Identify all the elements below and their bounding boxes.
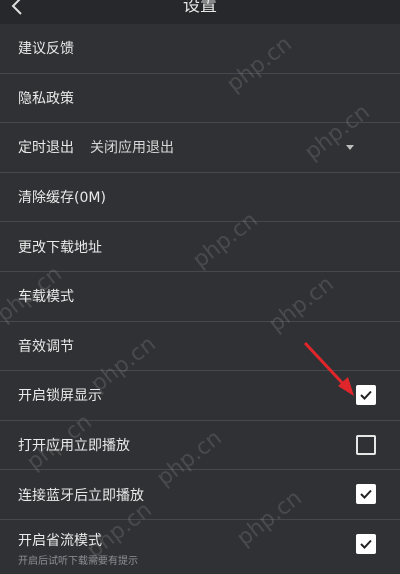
data-saver-checkbox[interactable] [356,533,376,554]
page-title: 设置 [183,0,217,16]
bluetooth-autoplay-checkbox[interactable] [356,484,376,505]
settings-item-subtitle: 开启后试听下载需要有提示 [18,555,138,567]
lockscreen-checkbox[interactable] [356,385,376,406]
settings-item-sound-effect[interactable]: 音效调节 [0,322,400,372]
check-icon [360,490,372,500]
autoplay-open-checkbox[interactable] [356,434,376,455]
settings-item-label: 建议反馈 [18,41,74,58]
settings-item-label: 隐私政策 [18,90,74,107]
settings-item-label: 开启锁屏显示 [18,388,102,405]
settings-item-bluetooth-autoplay[interactable]: 连接蓝牙后立即播放 [0,470,400,520]
timer-exit-value[interactable]: 关闭应用退出 [90,137,174,157]
settings-item-lockscreen[interactable]: 开启锁屏显示 [0,371,400,421]
settings-item-label: 连接蓝牙后立即播放 [18,487,144,504]
settings-item-label: 音效调节 [18,338,74,355]
check-icon [360,390,372,401]
check-icon [360,539,372,549]
top-bar: 设置 [0,0,400,24]
settings-list: 建议反馈 隐私政策 定时退出 关闭应用退出 清除缓存(0M) 更改下载地址 车载… [0,24,400,570]
settings-item-feedback[interactable]: 建议反馈 [0,24,400,74]
settings-item-label: 清除缓存(0M) [18,190,106,207]
dropdown-caret-icon[interactable] [346,145,354,151]
settings-item-data-saver[interactable]: 开启省流模式 开启后试听下载需要有提示 [0,520,400,570]
settings-item-clear-cache[interactable]: 清除缓存(0M) [0,173,400,223]
settings-item-label: 更改下载地址 [18,239,102,256]
settings-item-label: 定时退出 [18,140,74,157]
